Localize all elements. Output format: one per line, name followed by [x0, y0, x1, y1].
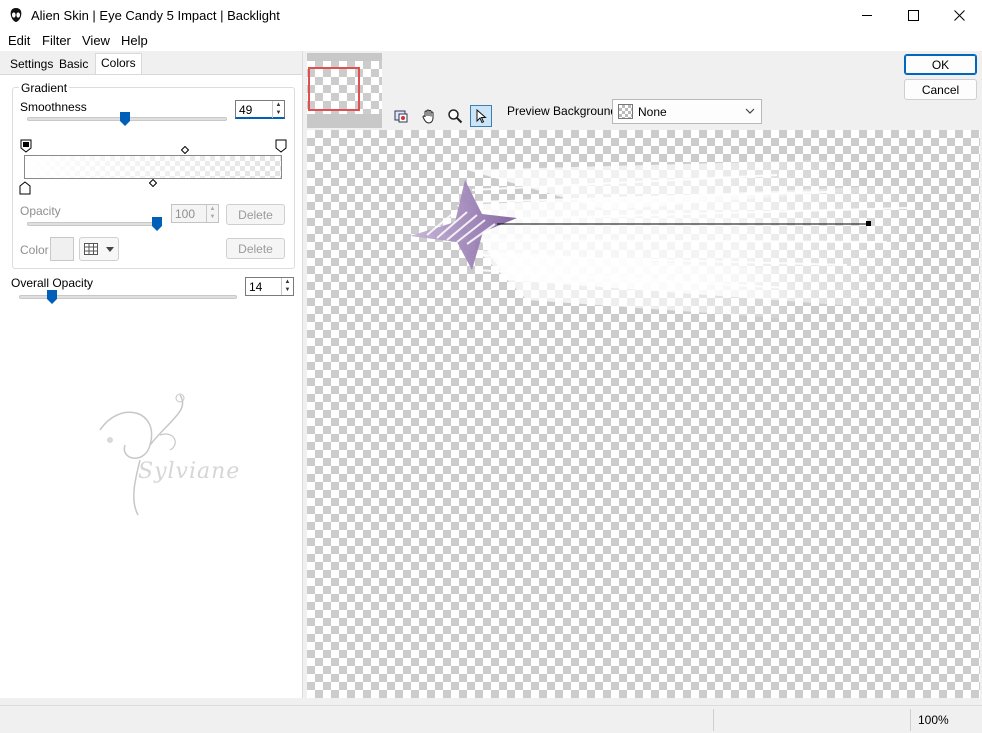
menu-view[interactable]: View: [82, 33, 110, 48]
spin-down-icon[interactable]: ▼: [207, 213, 218, 221]
magnifier-icon: [448, 109, 463, 124]
opacity-slider-thumb[interactable]: [152, 217, 162, 231]
navigator-tool[interactable]: [390, 105, 412, 127]
top-stop-white-icon[interactable]: [275, 139, 287, 153]
navigator-viewport-rect[interactable]: [308, 67, 360, 111]
minimize-button[interactable]: [844, 0, 890, 31]
preview-canvas[interactable]: [307, 130, 980, 698]
watermark-flourish-icon: [99, 393, 185, 516]
eye-candy-dialog: Alien Skin | Eye Candy 5 Impact | Backli…: [0, 0, 982, 733]
chevron-down-icon: [745, 108, 755, 114]
opacity-value: 100: [175, 207, 196, 221]
menu-filter[interactable]: Filter: [42, 33, 71, 48]
top-midpoint-icon[interactable]: [181, 146, 189, 154]
delete-opacity-button[interactable]: Delete: [226, 204, 285, 225]
status-separator: [910, 709, 911, 731]
overall-opacity-spin-arrows[interactable]: ▲ ▼: [281, 278, 293, 295]
smoothness-spinbox[interactable]: 49 ▲ ▼: [235, 100, 285, 119]
ok-button[interactable]: OK: [904, 54, 977, 75]
overall-opacity-value: 14: [249, 280, 263, 294]
color-swatch[interactable]: [50, 237, 74, 261]
gradient-bar[interactable]: [24, 155, 282, 179]
backlight-preview-image: [410, 160, 927, 320]
alien-skin-logo-icon: [10, 8, 22, 22]
smoothness-label: Smoothness: [20, 100, 87, 114]
bottom-stop-icon[interactable]: [19, 181, 31, 195]
status-separator: [713, 709, 714, 731]
close-icon: [953, 10, 965, 21]
select-tool[interactable]: [470, 105, 492, 127]
top-stop-black-icon[interactable]: [20, 139, 32, 153]
title-bar: Alien Skin | Eye Candy 5 Impact | Backli…: [0, 0, 982, 31]
smoothness-slider-thumb[interactable]: [120, 112, 130, 126]
settings-panel: Settings Basic Colors Gradient Smoothnes…: [0, 51, 303, 698]
tab-settings[interactable]: Settings: [5, 55, 58, 74]
gradient-group-title: Gradient: [19, 81, 70, 95]
maximize-button[interactable]: [890, 0, 936, 31]
hand-tool[interactable]: [418, 105, 440, 127]
arrow-pointer-icon: [476, 108, 487, 124]
menu-bar: Edit Filter View Help: [0, 31, 982, 51]
window-title: Alien Skin | Eye Candy 5 Impact | Backli…: [31, 8, 280, 23]
chevron-down-icon: [106, 247, 114, 252]
spin-up-icon[interactable]: ▲: [273, 101, 284, 109]
tab-basic[interactable]: Basic: [54, 55, 93, 74]
overall-opacity-spinbox[interactable]: 14 ▲ ▼: [245, 277, 294, 296]
zoom-level: 100%: [918, 713, 949, 727]
menu-edit[interactable]: Edit: [8, 33, 30, 48]
opacity-spin-arrows[interactable]: ▲ ▼: [206, 205, 218, 222]
zoom-tool[interactable]: [444, 105, 466, 127]
overall-opacity-label: Overall Opacity: [11, 276, 94, 290]
cancel-button[interactable]: Cancel: [904, 79, 977, 100]
opacity-label: Opacity: [20, 204, 61, 218]
overall-opacity-slider-thumb[interactable]: [47, 290, 57, 304]
preview-background-label: Preview Background:: [507, 104, 621, 118]
opacity-slider-track[interactable]: [27, 222, 160, 226]
maximize-icon: [907, 10, 919, 21]
delete-color-button[interactable]: Delete: [226, 238, 285, 259]
color-options-dropdown[interactable]: [79, 237, 119, 261]
spin-up-icon[interactable]: ▲: [207, 205, 218, 213]
smoothness-value: 49: [239, 103, 253, 117]
preview-background-select[interactable]: None: [612, 99, 762, 124]
spin-up-icon[interactable]: ▲: [282, 278, 293, 286]
status-bar: 100%: [0, 705, 982, 733]
hand-icon: [422, 109, 434, 124]
menu-help[interactable]: Help: [121, 33, 148, 48]
opacity-spinbox[interactable]: 100 ▲ ▼: [171, 204, 219, 223]
checker-swatch-icon: [618, 104, 633, 119]
preview-background-value: None: [638, 105, 667, 119]
colors-tab-body: Gradient Smoothness 49 ▲ ▼ Opacity 100 ▲…: [0, 75, 302, 698]
minimize-icon: [861, 15, 872, 16]
smoothness-spin-arrows[interactable]: ▲ ▼: [272, 101, 284, 118]
grid-icon: [84, 243, 98, 255]
navigator-icon: [394, 110, 408, 123]
close-button[interactable]: [936, 0, 982, 31]
spin-down-icon[interactable]: ▼: [282, 286, 293, 294]
color-label: Color: [20, 243, 49, 257]
bottom-midpoint-icon[interactable]: [149, 179, 157, 187]
watermark-signature: Sylviane: [138, 459, 241, 484]
spin-down-icon[interactable]: ▼: [273, 109, 284, 117]
tab-colors[interactable]: Colors: [95, 53, 142, 75]
